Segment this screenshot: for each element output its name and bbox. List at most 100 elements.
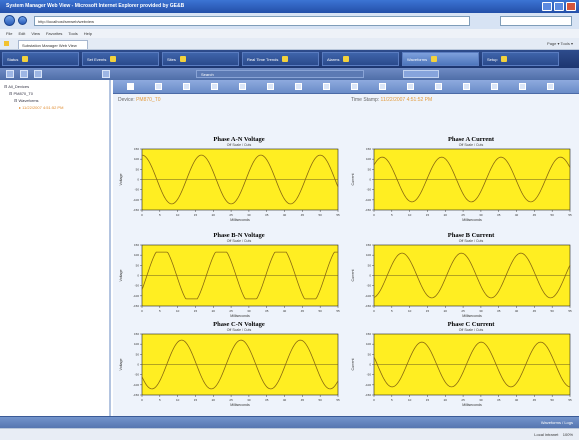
menu-item[interactable]: Tools [68,31,77,38]
waveform-tab[interactable] [183,83,190,90]
y-tick-label: 150 [134,243,139,247]
address-bar: http://localhost/smweb/webview [0,13,579,29]
toolbar-action-button[interactable] [403,70,439,78]
waveform-tab[interactable] [295,83,302,90]
collapse-icon[interactable] [20,70,28,78]
chart-title: Phase A Current [448,136,495,143]
y-tick-label: -150 [133,208,139,212]
zoom-text[interactable]: 100% [563,432,573,437]
x-tick-label: 30 [479,398,483,402]
x-tick-label: 25 [461,309,465,313]
nav-item-real-time-trends[interactable]: Real Time Trends [242,52,319,66]
x-tick-label: 40 [515,309,519,313]
y-tick-label: 150 [134,332,139,336]
waveform-tab[interactable] [155,83,162,90]
menu-item[interactable]: Favorites [46,31,62,38]
timestamp-label: Time Stamp: [351,97,380,103]
x-axis-label: Milliseconds [462,314,482,318]
y-axis-label: Current [351,174,355,186]
x-tick-label: 30 [479,213,483,217]
y-tick-label: 100 [366,342,371,346]
tree-node[interactable]: ⊟ Waveforms [4,97,109,104]
tree-node-label: PM870_T0 [13,91,34,96]
waveform-tab[interactable] [127,83,134,90]
x-tick-label: 10 [408,309,412,313]
x-axis-label: Milliseconds [462,218,482,222]
waveform-tab[interactable] [379,83,386,90]
waveform-tab[interactable] [491,83,498,90]
browser-search-input[interactable] [500,16,572,26]
x-tick-label: 15 [426,309,430,313]
waveform-tab[interactable] [239,83,246,90]
waveform-tab[interactable] [323,83,330,90]
x-tick-label: 45 [301,213,305,217]
x-tick-label: 5 [391,213,393,217]
waveform-tab-strip [113,80,579,94]
nav-item-waveforms[interactable]: Waveforms [402,52,479,66]
url-input[interactable]: http://localhost/smweb/webview [34,16,470,26]
menu-item[interactable]: Help [84,31,92,38]
waveform-tab[interactable] [547,83,554,90]
tree-node[interactable]: ⊟ PM870_T0 [4,90,109,97]
forward-icon[interactable] [18,16,27,25]
x-tick-label: 50 [551,309,555,313]
window-title-bar: System Manager Web View - Microsoft Inte… [0,0,579,13]
tree-node[interactable]: ⊟ All_Devices [4,83,109,90]
back-icon[interactable] [4,15,15,26]
x-tick-label: 10 [176,398,180,402]
x-tick-label: 20 [212,398,216,402]
x-tick-label: 55 [568,309,572,313]
nav-item-label: Sites [167,56,176,62]
expand-icon[interactable] [6,70,14,78]
chart-svg: Phase A-N VoltageOff Scale / Cuts -150 -10… [119,136,340,222]
nav-item-set-events[interactable]: Set Events [82,52,159,66]
favorites-star-icon[interactable] [4,41,9,46]
waveform-tab[interactable] [351,83,358,90]
nav-item-status[interactable]: Status [2,52,79,66]
waveform-tab[interactable] [211,83,218,90]
x-tick-label: 10 [408,213,412,217]
browser-command-bar[interactable]: Page ▾ Tools ▾ [547,41,573,46]
nav-item-sites[interactable]: Sites [162,52,239,66]
x-tick-label: 10 [408,398,412,402]
waveform-chart: Phase C-N Voltage Off Scale / Cuts -150 -10… [116,319,346,413]
waveform-tab[interactable] [519,83,526,90]
toolbar-search-field[interactable]: Search [196,70,364,78]
filter-icon[interactable] [102,70,110,78]
timestamp-line: Time Stamp: 11/22/2007 4:51:52 PM [351,97,432,103]
menu-item[interactable]: View [31,31,40,38]
y-tick-label: 50 [136,352,140,356]
x-tick-label: 30 [247,213,251,217]
waveform-tab[interactable] [407,83,414,90]
x-tick-label: 35 [265,398,269,402]
x-tick-label: 55 [568,398,572,402]
menu-item[interactable]: File [6,31,12,38]
waveform-tab[interactable] [435,83,442,90]
close-icon[interactable] [566,2,576,11]
browser-tab[interactable]: Substation Manager Web View [18,40,88,49]
timestamp-value: 11/22/2007 4:51:52 PM [380,97,433,103]
x-tick-label: 10 [176,213,180,217]
minimize-icon[interactable] [542,2,552,11]
x-tick-label: 45 [533,309,537,313]
refresh-icon[interactable] [34,70,42,78]
alarm-icon [343,56,350,62]
nav-item-setup[interactable]: Setup [482,52,559,66]
x-tick-label: 50 [551,213,555,217]
chart-title: Phase C Current [448,321,496,328]
waveform-tab[interactable] [463,83,470,90]
menu-item[interactable]: Edit [18,31,25,38]
maximize-icon[interactable] [554,2,564,11]
tree-node[interactable]: ▸ 11/22/2007 4:51:52 PM [4,104,109,111]
x-axis-label: Milliseconds [230,314,250,318]
nav-item-alarms[interactable]: Alarms [322,52,399,66]
x-tick-label: 55 [568,213,572,217]
x-tick-label: 20 [444,213,448,217]
y-axis-label: Voltage [119,359,123,371]
x-tick-label: 40 [283,309,287,313]
nav-item-label: Setup [487,56,498,62]
y-tick-label: 150 [134,147,139,151]
x-tick-label: 35 [265,213,269,217]
waveform-tab[interactable] [267,83,274,90]
y-tick-label: 50 [136,167,140,171]
